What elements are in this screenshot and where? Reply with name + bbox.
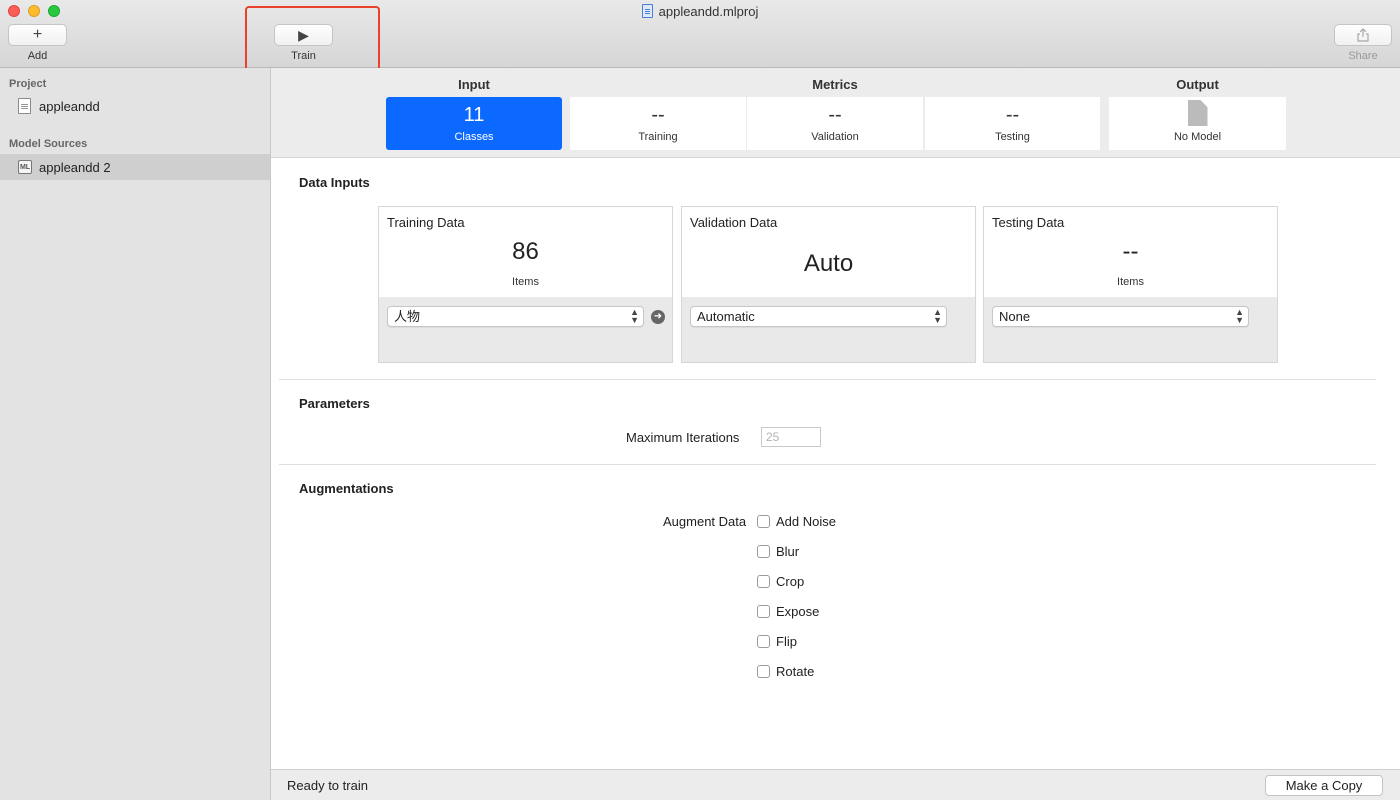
validation-data-drop-area[interactable]: Validation Data Auto bbox=[682, 207, 975, 297]
output-card[interactable]: No Model bbox=[1109, 97, 1286, 150]
output-label: No Model bbox=[1173, 131, 1222, 143]
play-icon: ▶ bbox=[298, 26, 309, 43]
validation-metric-label: Validation bbox=[811, 131, 859, 143]
output-header: Output bbox=[1176, 77, 1219, 92]
project-name: appleandd bbox=[39, 98, 100, 114]
training-metric-value: -- bbox=[651, 104, 665, 126]
training-data-card: Training Data 86 Items 人物 ▲ ▼ ➜ bbox=[378, 206, 673, 363]
checkbox-icon[interactable] bbox=[757, 665, 770, 678]
augment-option-rotate[interactable]: Rotate bbox=[757, 664, 814, 679]
file-icon bbox=[18, 98, 31, 114]
chevron-updown-icon: ▲ ▼ bbox=[1235, 307, 1244, 325]
testing-metric-value: -- bbox=[1005, 104, 1020, 126]
testing-data-unit: Items bbox=[1117, 276, 1144, 288]
train-button[interactable]: ▶ bbox=[274, 24, 333, 46]
classes-card[interactable]: 11 Classes bbox=[386, 97, 562, 150]
plus-icon: + bbox=[32, 26, 43, 43]
validation-data-select[interactable]: Automatic ▲ ▼ bbox=[690, 306, 947, 327]
training-data-selected: 人物 bbox=[394, 309, 421, 324]
augment-option-label: Crop bbox=[776, 574, 805, 589]
max-iterations-label: Maximum Iterations bbox=[626, 430, 740, 445]
training-metric-label: Training bbox=[638, 131, 678, 143]
training-metric-card[interactable]: -- Training bbox=[570, 97, 746, 150]
training-data-unit: Items bbox=[512, 276, 539, 288]
checkbox-icon[interactable] bbox=[757, 545, 770, 558]
training-data-select[interactable]: 人物 ▲ ▼ bbox=[387, 306, 644, 327]
augment-option-label: Add Noise bbox=[776, 514, 836, 529]
augment-option-label: Flip bbox=[776, 634, 797, 649]
testing-metric-label: Testing bbox=[995, 131, 1030, 143]
chevron-updown-icon: ▲ ▼ bbox=[933, 307, 942, 325]
status-text: Ready to train bbox=[287, 778, 368, 793]
testing-metric-card[interactable]: -- Testing bbox=[925, 97, 1100, 150]
window-title-text: appleandd.mlproj bbox=[658, 4, 759, 19]
classes-label: Classes bbox=[454, 131, 494, 143]
testing-data-selected: None bbox=[999, 309, 1031, 324]
model-document-icon bbox=[1187, 100, 1208, 126]
model-sources-header: Model Sources bbox=[9, 138, 88, 150]
training-data-drop-area[interactable]: Training Data 86 Items bbox=[379, 207, 672, 297]
toolbar: appleandd.mlproj + Add ▶ Train Share bbox=[0, 0, 1400, 68]
validation-data-card: Validation Data Auto Automatic ▲ ▼ bbox=[681, 206, 976, 363]
augment-option-label: Rotate bbox=[776, 664, 815, 679]
parameters-title: Parameters bbox=[299, 396, 370, 411]
augment-data-label: Augment Data bbox=[663, 514, 747, 529]
sidebar: Project appleandd Model Sources ML apple… bbox=[0, 68, 271, 800]
add-button[interactable]: + bbox=[8, 24, 67, 46]
status-bar: Ready to train Make a Copy bbox=[271, 769, 1400, 800]
validation-data-value: Auto bbox=[803, 250, 854, 277]
ml-model-icon: ML bbox=[18, 160, 32, 174]
augment-option-crop[interactable]: Crop bbox=[757, 574, 804, 589]
sidebar-item-project[interactable]: appleandd bbox=[0, 93, 270, 119]
add-label: Add bbox=[27, 50, 48, 62]
training-data-count: 86 bbox=[512, 238, 539, 265]
validation-metric-value: -- bbox=[828, 104, 842, 126]
augment-option-blur[interactable]: Blur bbox=[757, 544, 799, 559]
augment-option-label: Blur bbox=[776, 544, 800, 559]
testing-data-drop-area[interactable]: Testing Data -- Items bbox=[984, 207, 1277, 297]
augmentations-title: Augmentations bbox=[299, 481, 394, 496]
testing-data-select[interactable]: None ▲ ▼ bbox=[992, 306, 1249, 327]
validation-data-selected: Automatic bbox=[697, 309, 755, 324]
model-source-name: appleandd 2 bbox=[39, 159, 111, 175]
testing-data-card: Testing Data -- Items None ▲ ▼ bbox=[983, 206, 1278, 363]
main-content: Input Metrics Output 11 Classes -- Train… bbox=[271, 68, 1400, 800]
checkbox-icon[interactable] bbox=[757, 635, 770, 648]
section-divider bbox=[279, 379, 1376, 380]
section-divider bbox=[279, 464, 1376, 465]
augment-option-add-noise[interactable]: Add Noise bbox=[757, 514, 836, 529]
max-iterations-input[interactable]: 25 bbox=[761, 427, 821, 447]
validation-data-title: Validation Data bbox=[690, 215, 778, 230]
share-button[interactable] bbox=[1334, 24, 1392, 46]
document-icon bbox=[641, 4, 653, 18]
sidebar-item-model-source[interactable]: ML appleandd 2 bbox=[0, 154, 270, 180]
data-inputs-title: Data Inputs bbox=[299, 175, 370, 190]
classes-value: 11 bbox=[463, 104, 485, 126]
checkbox-icon[interactable] bbox=[757, 605, 770, 618]
window-title: appleandd.mlproj bbox=[0, 4, 1400, 19]
training-data-title: Training Data bbox=[387, 215, 465, 230]
validation-metric-card[interactable]: -- Validation bbox=[747, 97, 923, 150]
metrics-header: Metrics bbox=[812, 77, 858, 92]
summary-strip: Input Metrics Output 11 Classes -- Train… bbox=[271, 68, 1400, 158]
testing-data-title: Testing Data bbox=[992, 215, 1065, 230]
make-a-copy-button[interactable]: Make a Copy bbox=[1265, 775, 1383, 796]
augment-option-expose[interactable]: Expose bbox=[757, 604, 819, 619]
augment-option-flip[interactable]: Flip bbox=[757, 634, 797, 649]
input-header: Input bbox=[458, 77, 490, 92]
train-label: Train bbox=[291, 50, 316, 62]
checkbox-icon[interactable] bbox=[757, 575, 770, 588]
checkbox-icon[interactable] bbox=[757, 515, 770, 528]
share-label: Share bbox=[1348, 50, 1378, 62]
project-header: Project bbox=[9, 78, 47, 90]
testing-data-count: -- bbox=[1122, 238, 1139, 265]
augment-option-label: Expose bbox=[776, 604, 820, 619]
chevron-updown-icon: ▲ ▼ bbox=[630, 307, 639, 325]
share-icon bbox=[1357, 28, 1369, 42]
reveal-arrow-icon[interactable]: ➜ bbox=[651, 310, 665, 324]
